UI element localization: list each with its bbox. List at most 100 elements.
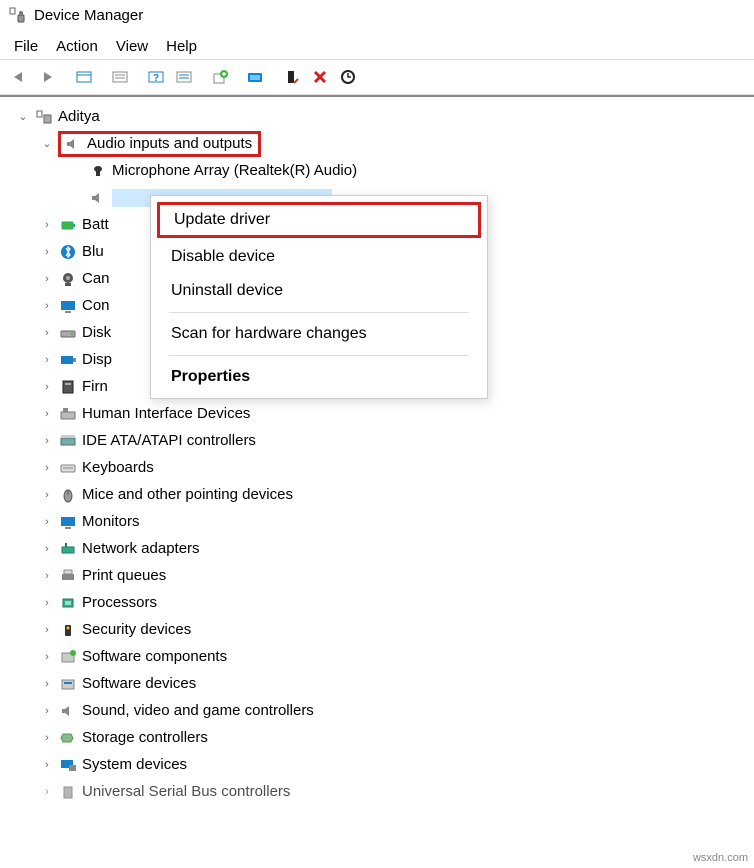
usb-icon	[58, 783, 78, 801]
chevron-right-icon[interactable]: ›	[40, 219, 54, 231]
cm-properties[interactable]: Properties	[151, 360, 487, 394]
menu-action[interactable]: Action	[56, 38, 98, 55]
network-label: Network adapters	[82, 540, 200, 557]
chevron-right-icon[interactable]: ›	[40, 300, 54, 312]
bluetooth-label: Blu	[82, 243, 104, 260]
hid-label: Human Interface Devices	[82, 405, 250, 422]
scan-icon[interactable]	[334, 64, 362, 90]
context-menu-separator	[169, 312, 469, 313]
disable-icon[interactable]	[278, 64, 306, 90]
tree-mice[interactable]: › Mice and other pointing devices	[6, 481, 754, 508]
show-hide-icon[interactable]	[70, 64, 98, 90]
processors-label: Processors	[82, 594, 157, 611]
tree-sound[interactable]: › Sound, video and game controllers	[6, 697, 754, 724]
window-title: Device Manager	[34, 7, 143, 24]
tree-root-label: Aditya	[58, 108, 100, 125]
disk-label: Disk	[82, 324, 111, 341]
hid-icon	[58, 405, 78, 423]
storage-label: Storage controllers	[82, 729, 208, 746]
tree-root[interactable]: ⌄ Aditya	[6, 103, 754, 130]
tree-system[interactable]: › System devices	[6, 751, 754, 778]
mouse-icon	[58, 486, 78, 504]
usb-label: Universal Serial Bus controllers	[82, 783, 290, 800]
speaker-icon	[88, 189, 108, 207]
ide-label: IDE ATA/ATAPI controllers	[82, 432, 256, 449]
chevron-right-icon[interactable]: ›	[40, 624, 54, 636]
update-driver-icon[interactable]	[206, 64, 234, 90]
chevron-right-icon[interactable]: ›	[40, 435, 54, 447]
tree-processors[interactable]: › Processors	[6, 589, 754, 616]
cm-disable-device[interactable]: Disable device	[151, 240, 487, 274]
chevron-right-icon[interactable]: ›	[40, 462, 54, 474]
cm-uninstall-device[interactable]: Uninstall device	[151, 274, 487, 308]
cpu-icon	[58, 594, 78, 612]
device-tree: ⌄ Aditya ⌄ Audio inputs and outputs Micr…	[0, 95, 754, 805]
watermark: wsxdn.com	[693, 852, 748, 864]
menu-view[interactable]: View	[116, 38, 148, 55]
swcomponent-icon	[58, 648, 78, 666]
tree-hid[interactable]: › Human Interface Devices	[6, 400, 754, 427]
properties-icon[interactable]	[106, 64, 134, 90]
menu-help[interactable]: Help	[166, 38, 197, 55]
disk-icon	[58, 324, 78, 342]
chevron-right-icon[interactable]: ›	[40, 327, 54, 339]
system-icon	[58, 756, 78, 774]
security-label: Security devices	[82, 621, 191, 638]
chevron-right-icon[interactable]: ›	[40, 678, 54, 690]
swdevice-icon	[58, 675, 78, 693]
list-icon[interactable]	[170, 64, 198, 90]
context-menu-separator	[169, 355, 469, 356]
bluetooth-icon	[58, 243, 78, 261]
tree-keyboards[interactable]: › Keyboards	[6, 454, 754, 481]
chevron-right-icon[interactable]: ›	[40, 651, 54, 663]
chevron-right-icon[interactable]: ›	[40, 543, 54, 555]
tree-audio-child-mic[interactable]: Microphone Array (Realtek(R) Audio)	[6, 157, 754, 184]
tree-audio-category[interactable]: ⌄ Audio inputs and outputs	[6, 130, 754, 157]
tree-swcomponents[interactable]: › Software components	[6, 643, 754, 670]
help-icon[interactable]: ?	[142, 64, 170, 90]
chevron-right-icon[interactable]: ›	[40, 516, 54, 528]
speaker-icon	[58, 702, 78, 720]
audio-child-label: Microphone Array (Realtek(R) Audio)	[112, 162, 357, 179]
chevron-right-icon[interactable]: ›	[40, 354, 54, 366]
tree-monitors[interactable]: › Monitors	[6, 508, 754, 535]
tree-swdevices[interactable]: › Software devices	[6, 670, 754, 697]
chevron-right-icon[interactable]: ›	[40, 570, 54, 582]
storage-icon	[58, 729, 78, 747]
tree-security[interactable]: › Security devices	[6, 616, 754, 643]
chevron-right-icon[interactable]: ›	[40, 246, 54, 258]
chevron-right-icon[interactable]: ›	[40, 489, 54, 501]
chevron-right-icon[interactable]: ›	[40, 786, 54, 798]
chevron-right-icon[interactable]: ›	[40, 732, 54, 744]
cameras-label: Can	[82, 270, 110, 287]
computer-label: Con	[82, 297, 110, 314]
back-icon[interactable]	[6, 64, 34, 90]
chevron-right-icon[interactable]: ›	[40, 408, 54, 420]
mice-label: Mice and other pointing devices	[82, 486, 293, 503]
swcomponents-label: Software components	[82, 648, 227, 665]
tree-usb[interactable]: › Universal Serial Bus controllers	[6, 778, 754, 805]
svg-text:?: ?	[153, 73, 159, 84]
tree-printqueues[interactable]: › Print queues	[6, 562, 754, 589]
chevron-right-icon[interactable]: ›	[40, 759, 54, 771]
enable-icon[interactable]	[242, 64, 270, 90]
chevron-right-icon[interactable]: ›	[40, 273, 54, 285]
audio-category-label: Audio inputs and outputs	[87, 135, 252, 152]
chevron-right-icon[interactable]: ›	[40, 705, 54, 717]
tree-network[interactable]: › Network adapters	[6, 535, 754, 562]
chevron-down-icon[interactable]: ⌄	[40, 137, 54, 150]
chevron-right-icon[interactable]: ›	[40, 597, 54, 609]
computer-icon	[34, 108, 54, 126]
forward-icon[interactable]	[34, 64, 62, 90]
printer-icon	[58, 567, 78, 585]
monitors-label: Monitors	[82, 513, 140, 530]
cm-update-driver[interactable]: Update driver	[157, 202, 481, 238]
menu-file[interactable]: File	[14, 38, 38, 55]
cm-scan-hardware[interactable]: Scan for hardware changes	[151, 317, 487, 351]
chevron-right-icon[interactable]: ›	[40, 381, 54, 393]
monitor-icon	[58, 513, 78, 531]
tree-storage[interactable]: › Storage controllers	[6, 724, 754, 751]
uninstall-icon[interactable]	[306, 64, 334, 90]
chevron-down-icon[interactable]: ⌄	[16, 110, 30, 123]
tree-ide[interactable]: › IDE ATA/ATAPI controllers	[6, 427, 754, 454]
